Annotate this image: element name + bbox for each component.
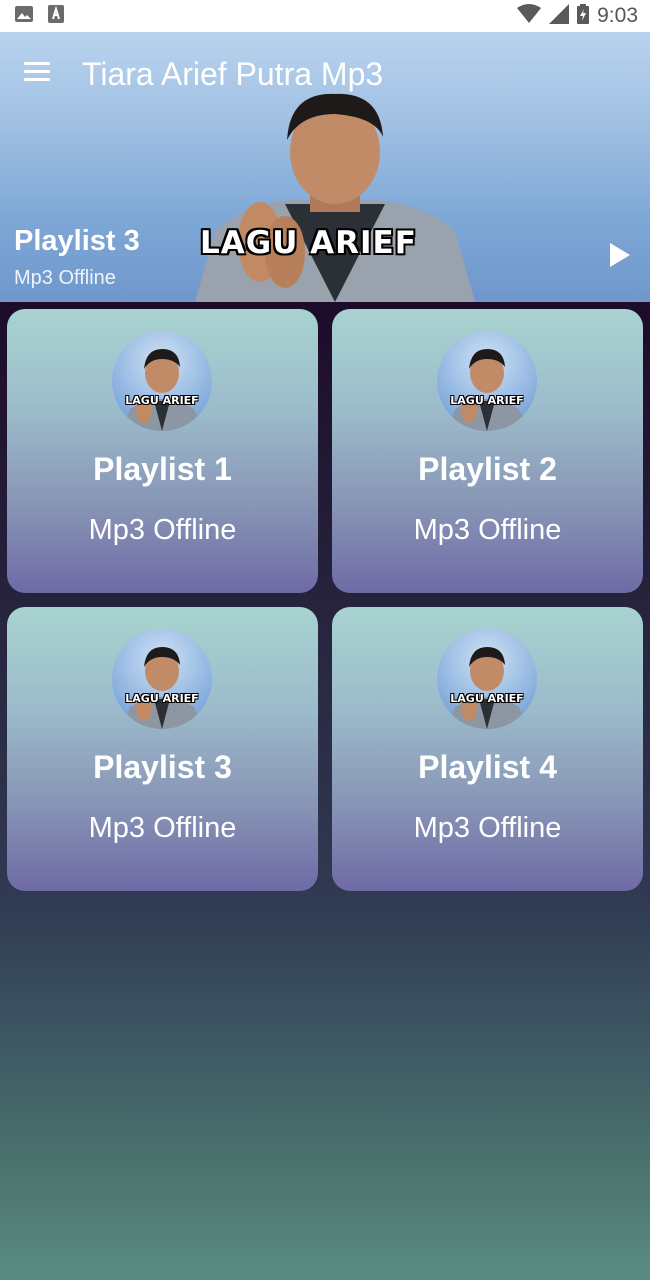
avatar-text: LAGU ARIEF	[125, 394, 199, 407]
battery-icon	[577, 3, 590, 29]
avatar-text: LAGU ARIEF	[450, 692, 524, 705]
header-banner: Tiara Arief Putra Mp3 LAGU ARIEF Playlis…	[0, 32, 650, 302]
artist-photo	[195, 93, 475, 302]
playlist-card-3[interactable]: LAGU ARIEF Playlist 3 Mp3 Offline	[7, 607, 318, 891]
playlist-card-2[interactable]: LAGU ARIEF Playlist 2 Mp3 Offline	[332, 309, 643, 593]
card-title: Playlist 1	[93, 451, 232, 487]
status-right-icons: 9:03	[517, 3, 638, 29]
status-left-icons	[14, 4, 64, 28]
playlist-card-4[interactable]: LAGU ARIEF Playlist 4 Mp3 Offline	[332, 607, 643, 891]
card-subtitle: Mp3 Offline	[88, 812, 237, 844]
status-bar: 9:03	[0, 0, 650, 32]
avatar-text: LAGU ARIEF	[450, 394, 524, 407]
wifi-icon	[517, 3, 542, 29]
menu-icon[interactable]	[24, 62, 52, 86]
playlist-avatar: LAGU ARIEF	[437, 331, 537, 431]
card-subtitle: Mp3 Offline	[88, 514, 237, 546]
play-icon[interactable]	[610, 243, 630, 267]
image-icon	[14, 5, 34, 28]
app-title: Tiara Arief Putra Mp3	[82, 56, 384, 92]
now-playing-title: Playlist 3	[14, 225, 140, 257]
status-time: 9:03	[597, 4, 638, 27]
card-subtitle: Mp3 Offline	[413, 514, 562, 546]
card-title: Playlist 2	[418, 451, 557, 487]
playlist-avatar: LAGU ARIEF	[112, 629, 212, 729]
card-title: Playlist 4	[418, 749, 557, 785]
playlist-avatar: LAGU ARIEF	[112, 331, 212, 431]
now-playing-subtitle: Mp3 Offline	[14, 267, 116, 289]
avatar-text: LAGU ARIEF	[125, 692, 199, 705]
playlist-avatar: LAGU ARIEF	[437, 629, 537, 729]
playlist-card-1[interactable]: LAGU ARIEF Playlist 1 Mp3 Offline	[7, 309, 318, 593]
card-title: Playlist 3	[93, 749, 232, 785]
app-store-icon	[48, 4, 64, 28]
signal-icon	[549, 3, 570, 29]
hero-text: LAGU ARIEF	[200, 225, 417, 261]
card-subtitle: Mp3 Offline	[413, 812, 562, 844]
